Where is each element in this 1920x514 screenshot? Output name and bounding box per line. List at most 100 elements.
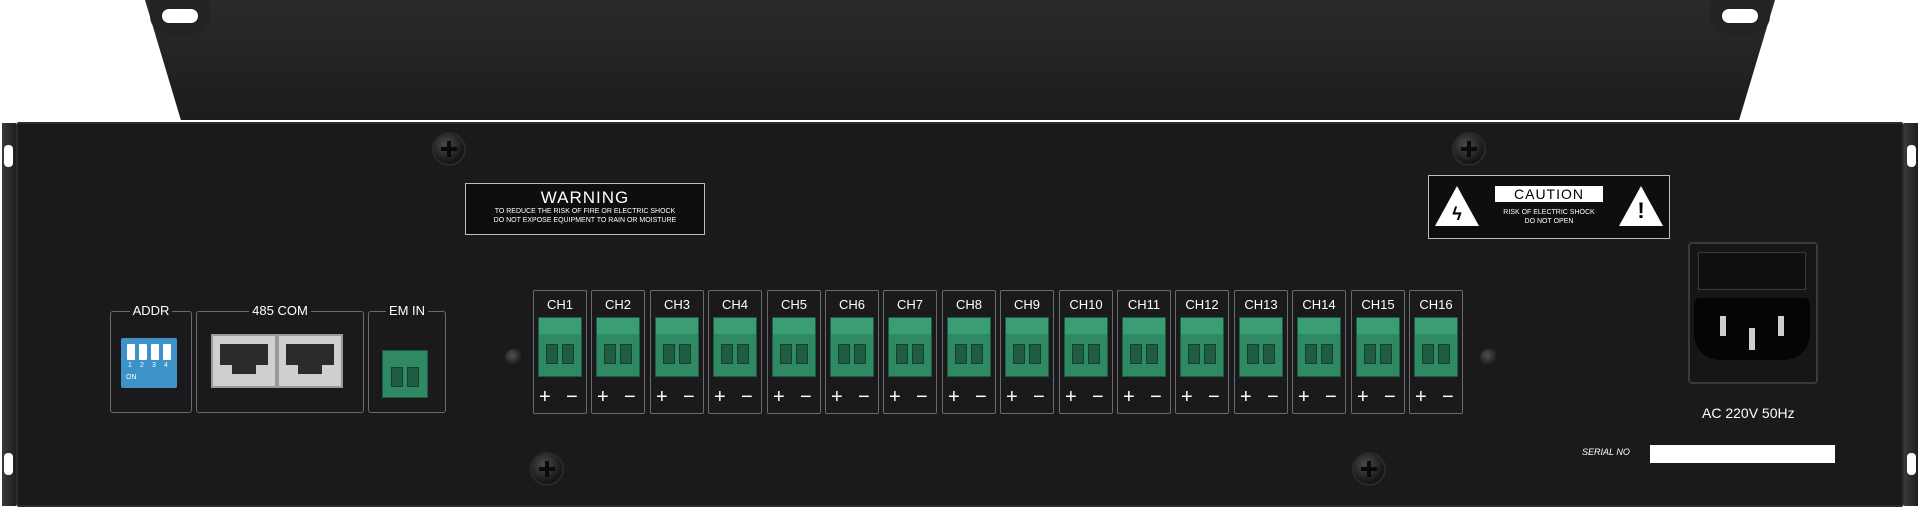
- plus-sign: +: [656, 386, 668, 408]
- terminal-slot: [1088, 344, 1100, 364]
- channel-terminal[interactable]: [888, 317, 932, 377]
- terminal-slot: [796, 344, 808, 364]
- serial-number-field: [1650, 445, 1835, 463]
- channel-terminal[interactable]: [1239, 317, 1283, 377]
- channel-6-block: CH6 + −: [825, 290, 879, 414]
- plus-sign: +: [1357, 386, 1369, 408]
- power-pin: [1749, 328, 1755, 350]
- plus-sign: +: [773, 386, 785, 408]
- minus-sign: −: [1442, 386, 1454, 408]
- channel-label: CH2: [604, 297, 631, 312]
- terminal-slot: [546, 344, 558, 364]
- terminal-slot: [1072, 344, 1084, 364]
- channel-terminal[interactable]: [772, 317, 816, 377]
- dip-on-label: ON: [126, 374, 137, 381]
- warning-line-1: TO REDUCE THE RISK OF FIRE OR ELECTRIC S…: [494, 208, 676, 215]
- terminal-screws: [714, 318, 756, 334]
- channel-label: CH12: [1185, 297, 1219, 312]
- dip-switch-2[interactable]: [139, 344, 147, 360]
- channel-terminal[interactable]: [713, 317, 757, 377]
- channel-terminal[interactable]: [538, 317, 582, 377]
- rj45-port-2[interactable]: [277, 334, 343, 388]
- minus-sign: −: [1384, 386, 1396, 408]
- channel-label: CH5: [780, 297, 807, 312]
- dip-number: 1: [128, 362, 132, 369]
- minus-sign: −: [916, 386, 928, 408]
- dip-switch-1[interactable]: [127, 344, 135, 360]
- warning-label: WARNING TO REDUCE THE RISK OF FIRE OR EL…: [465, 183, 705, 235]
- dip-switch-3[interactable]: [151, 344, 159, 360]
- power-inlet[interactable]: [1694, 298, 1810, 360]
- minus-sign: −: [975, 386, 987, 408]
- channel-terminal[interactable]: [655, 317, 699, 377]
- fuse-holder[interactable]: [1698, 252, 1806, 290]
- channel-label: CH6: [838, 297, 865, 312]
- serial-label: SERIAL NO: [1582, 447, 1630, 457]
- rack-ear-left: [150, 0, 210, 34]
- terminal-slot: [1013, 344, 1025, 364]
- plus-sign: +: [1298, 386, 1310, 408]
- channel-terminal[interactable]: [1414, 317, 1458, 377]
- channel-label: CH1: [546, 297, 573, 312]
- terminal-slot: [663, 344, 675, 364]
- channel-label: CH9: [1013, 297, 1040, 312]
- terminal-screws: [1065, 318, 1107, 334]
- channel-terminal[interactable]: [1005, 317, 1049, 377]
- terminal-slot: [407, 367, 419, 387]
- plus-sign: +: [1006, 386, 1018, 408]
- plus-sign: +: [539, 386, 551, 408]
- terminal-slot: [1263, 344, 1275, 364]
- minus-sign: −: [800, 386, 812, 408]
- terminal-screws: [1357, 318, 1399, 334]
- channel-terminal[interactable]: [830, 317, 874, 377]
- lightning-icon: ϟ: [1452, 204, 1462, 224]
- terminal-screws: [1123, 318, 1165, 334]
- channel-label: CH15: [1361, 297, 1395, 312]
- plus-sign: +: [1181, 386, 1193, 408]
- dip-switch-4[interactable]: [163, 344, 171, 360]
- terminal-slot: [1029, 344, 1041, 364]
- plus-sign: +: [948, 386, 960, 408]
- minus-sign: −: [741, 386, 753, 408]
- terminal-screws: [1240, 318, 1282, 334]
- channel-label: CH14: [1302, 297, 1336, 312]
- channel-terminal[interactable]: [596, 317, 640, 377]
- channel-16-block: CH16 + −: [1409, 290, 1463, 414]
- terminal-slot: [1204, 344, 1216, 364]
- channel-terminal[interactable]: [1180, 317, 1224, 377]
- channel-12-block: CH12 + −: [1175, 290, 1229, 414]
- channel-15-block: CH15 + −: [1351, 290, 1405, 414]
- channel-1-block: CH1 + −: [533, 290, 587, 414]
- minus-sign: −: [1267, 386, 1279, 408]
- em-in-terminal[interactable]: [382, 350, 428, 398]
- channel-14-block: CH14 + −: [1292, 290, 1346, 414]
- channel-7-block: CH7 + −: [883, 290, 937, 414]
- rj45-port-1[interactable]: [211, 334, 277, 388]
- terminal-screws: [1298, 318, 1340, 334]
- channel-terminal[interactable]: [1297, 317, 1341, 377]
- channel-label: CH7: [896, 297, 923, 312]
- channel-label: CH4: [721, 297, 748, 312]
- screw-icon: [505, 349, 523, 367]
- terminal-slot: [896, 344, 908, 364]
- rack-ear-right: [1710, 0, 1770, 34]
- channel-3-block: CH3 + −: [650, 290, 704, 414]
- address-dip-switch[interactable]: 1 2 3 4 ON: [121, 338, 177, 388]
- terminal-screws: [1415, 318, 1457, 334]
- plus-sign: +: [889, 386, 901, 408]
- terminal-slot: [955, 344, 967, 364]
- terminal-slot: [780, 344, 792, 364]
- caution-label: ϟ CAUTION RISK OF ELECTRIC SHOCK DO NOT …: [1428, 175, 1670, 239]
- channel-label: CH3: [663, 297, 690, 312]
- terminal-slot: [679, 344, 691, 364]
- minus-sign: −: [1208, 386, 1220, 408]
- channel-11-block: CH11 + −: [1117, 290, 1171, 414]
- channel-terminal[interactable]: [1064, 317, 1108, 377]
- com-label: 485 COM: [249, 303, 311, 318]
- channel-terminal[interactable]: [1122, 317, 1166, 377]
- terminal-slot: [1422, 344, 1434, 364]
- channel-terminal[interactable]: [947, 317, 991, 377]
- channel-terminal[interactable]: [1356, 317, 1400, 377]
- terminal-screws: [831, 318, 873, 334]
- terminal-slot: [562, 344, 574, 364]
